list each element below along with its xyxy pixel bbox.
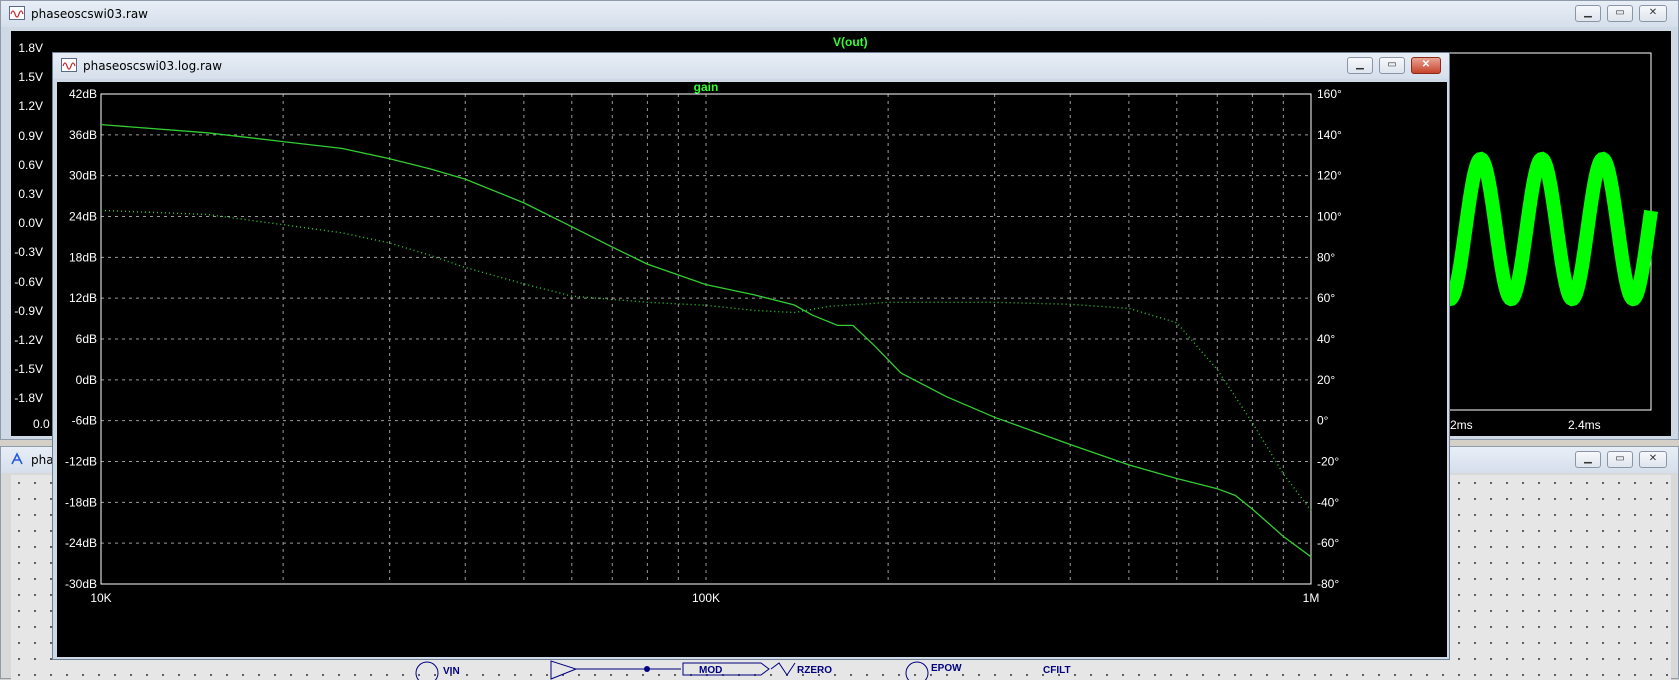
transient-y-tick: -0.3V <box>14 245 43 260</box>
gain-trace-label[interactable]: gain <box>694 82 719 94</box>
left-y-tick-label: -30dB <box>65 577 97 591</box>
x-tick-label: 1M <box>1303 591 1320 605</box>
transient-trace-label[interactable]: V(out) <box>833 35 868 49</box>
waveform-icon <box>61 58 77 72</box>
transient-y-tick: 1.8V <box>18 41 43 55</box>
schematic-label: VIN <box>443 666 460 677</box>
right-y-tick-label: -20° <box>1317 455 1339 469</box>
schematic-label: MOD <box>699 665 722 676</box>
right-y-tick-label: -60° <box>1317 536 1339 550</box>
primary-trace <box>1446 151 1658 307</box>
left-y-tick-label: 24dB <box>69 210 97 224</box>
right-y-tick-label: 80° <box>1317 250 1335 264</box>
close-button[interactable]: ✕ <box>1639 5 1667 22</box>
left-y-tick-label: -18dB <box>65 495 97 509</box>
minimize-button[interactable]: ▁ <box>1575 5 1601 22</box>
x-tick-label: 10K <box>90 591 111 605</box>
transient-y-tick: 1.5V <box>18 70 43 85</box>
right-y-tick-label: 120° <box>1317 169 1342 183</box>
right-y-tick-label: 40° <box>1317 332 1335 346</box>
transient-x-tick: 0.0 <box>33 417 50 431</box>
minimize-button[interactable]: ▁ <box>1575 451 1601 468</box>
gain-window-titlebar[interactable]: phaseoscswi03.log.raw ▁ ▭ ✕ <box>53 53 1449 79</box>
gain-plot-window[interactable]: phaseoscswi03.log.raw ▁ ▭ ✕ gain 42dB 160°… <box>52 52 1450 660</box>
transient-y-tick: -0.9V <box>14 303 43 318</box>
left-y-tick-label: 12dB <box>69 291 97 305</box>
transient-y-tick: -0.6V <box>14 274 43 289</box>
left-y-tick-label: -24dB <box>65 536 97 550</box>
waveform-icon <box>9 6 25 20</box>
schematic-window-title: pha <box>31 453 54 467</box>
close-button[interactable]: ✕ <box>1639 451 1667 468</box>
left-y-tick-label: -6dB <box>72 414 97 428</box>
transient-y-tick: -1.5V <box>14 362 43 377</box>
transient-window-titlebar[interactable]: phaseoscswi03.raw ▁ ▭ ✕ <box>1 1 1678 27</box>
schematic-components: VIN MOD RZERO EPOW CFILT <box>415 660 1071 680</box>
right-y-tick-label: -80° <box>1317 577 1339 591</box>
schematic-icon <box>11 452 23 465</box>
right-y-tick-label: 60° <box>1317 291 1335 305</box>
transient-y-tick: 0.0V <box>18 216 43 231</box>
close-button[interactable]: ✕ <box>1411 57 1441 74</box>
schematic-label: CFILT <box>1043 665 1071 676</box>
schematic-label: EPOW <box>931 663 962 674</box>
transient-x-tick: 2.4ms <box>1568 418 1601 432</box>
right-y-tick-label: 20° <box>1317 373 1335 387</box>
schematic-label: RZERO <box>797 665 832 676</box>
transient-y-tick: 0.3V <box>18 187 43 201</box>
right-y-tick-label: 0° <box>1317 414 1329 428</box>
gain-chart[interactable]: gain 42dB 160° 36dB 140° 30dB 120° 24dB 100° 18dB… <box>57 82 1447 657</box>
left-y-tick-label: 42dB <box>69 87 97 101</box>
transient-y-tick: 0.6V <box>18 157 43 172</box>
right-y-tick-label: -40° <box>1317 495 1339 509</box>
maximize-button[interactable]: ▭ <box>1379 57 1405 74</box>
transient-x-tick: 2ms <box>1450 418 1473 432</box>
maximize-button[interactable]: ▭ <box>1607 451 1633 468</box>
maximize-button[interactable]: ▭ <box>1607 5 1633 22</box>
transient-y-tick: -1.2V <box>14 333 43 347</box>
left-y-tick-label: 18dB <box>69 250 97 264</box>
left-y-tick-label: -12dB <box>65 455 97 469</box>
right-y-tick-label: 140° <box>1317 128 1342 142</box>
minimize-button[interactable]: ▁ <box>1347 57 1373 74</box>
left-y-tick-label: 30dB <box>69 169 97 183</box>
left-y-tick-label: 36dB <box>69 128 97 142</box>
left-y-tick-label: 6dB <box>76 332 97 346</box>
gain-window-title: phaseoscswi03.log.raw <box>83 59 223 73</box>
transient-waveform <box>1446 52 1658 411</box>
transient-window-title: phaseoscswi03.raw <box>31 7 148 21</box>
x-tick-label: 100K <box>692 591 720 605</box>
right-y-tick-label: 160° <box>1317 87 1342 101</box>
transient-y-tick: -1.8V <box>14 391 43 406</box>
transient-y-tick: 0.9V <box>18 128 43 143</box>
left-y-tick-label: 0dB <box>76 373 97 387</box>
transient-y-tick: 1.2V <box>18 99 43 114</box>
right-y-tick-label: 100° <box>1317 210 1342 224</box>
